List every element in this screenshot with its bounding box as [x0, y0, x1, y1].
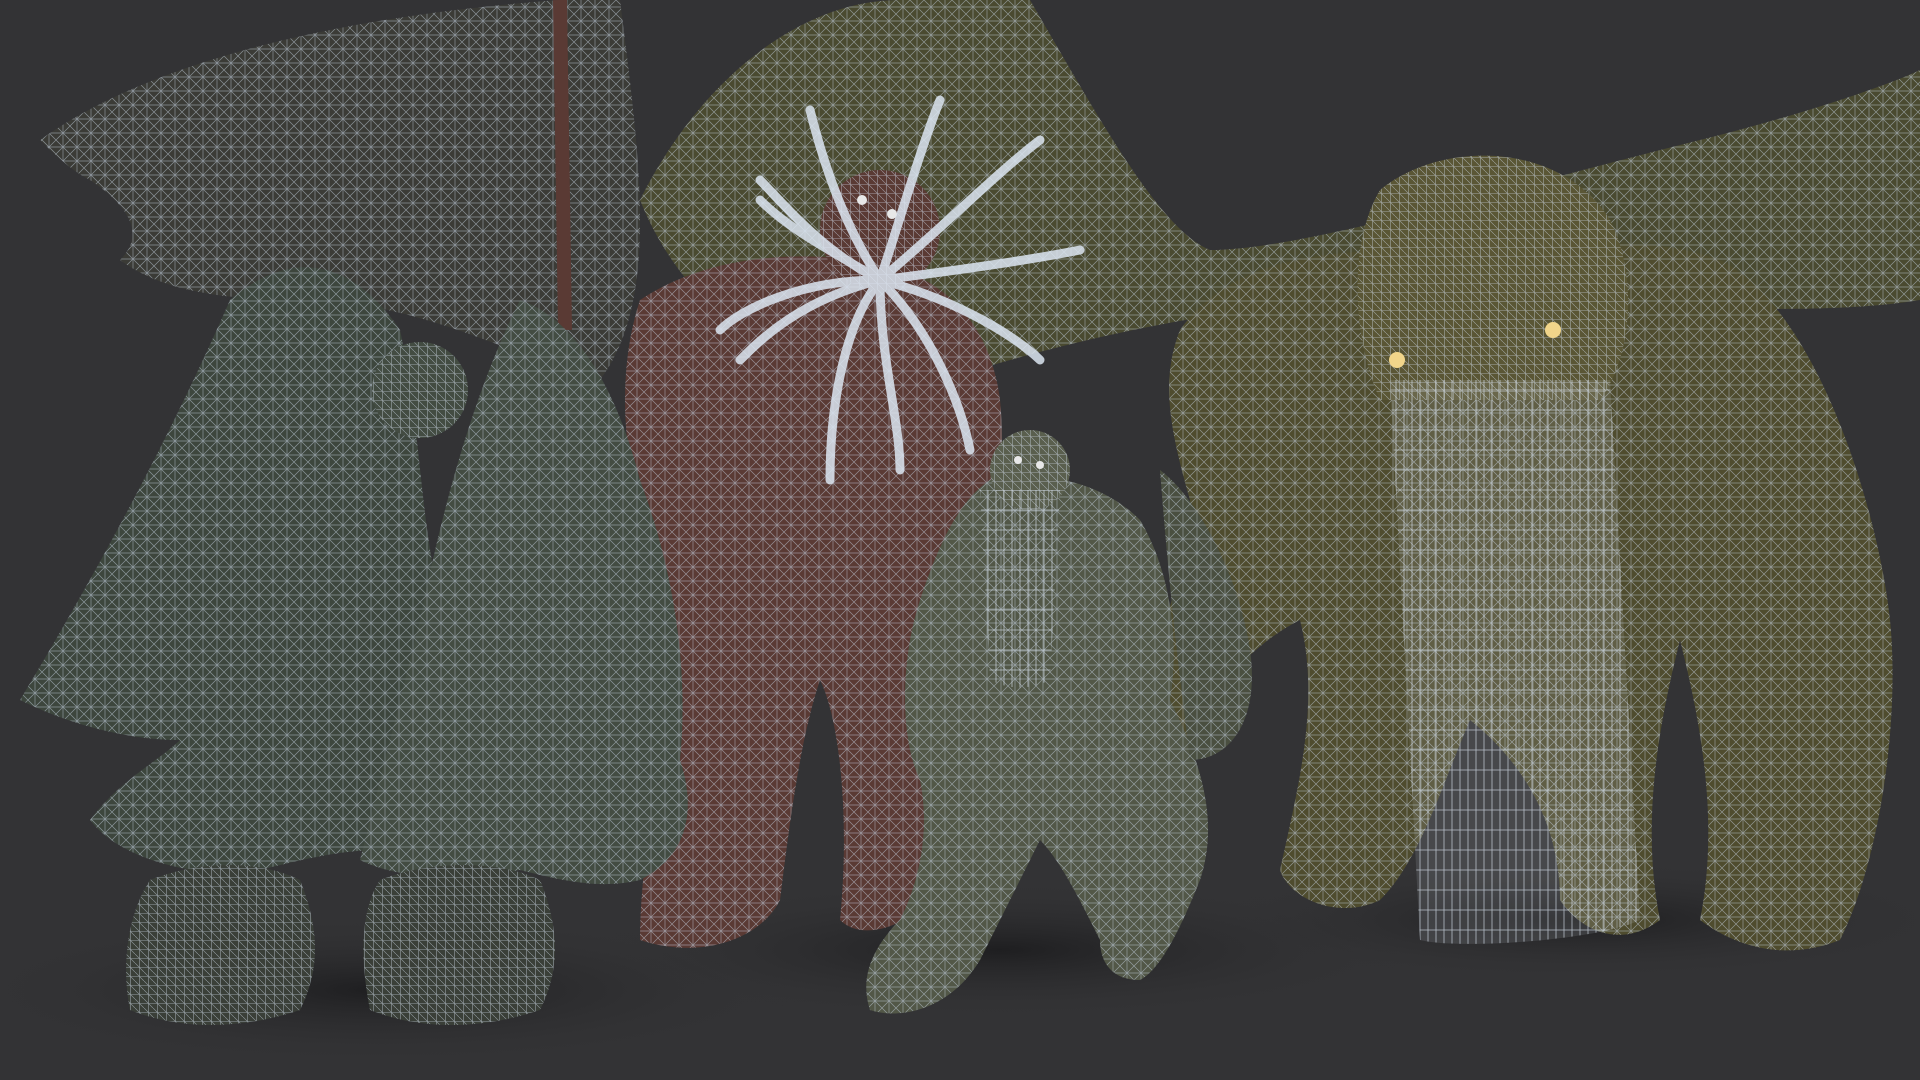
small-creature-eye-1: [1014, 456, 1022, 464]
humanoid-eye-1: [857, 195, 867, 205]
beast-left-eye: [1389, 352, 1405, 368]
beast-right-eye: [1545, 322, 1561, 338]
3d-viewport[interactable]: [0, 0, 1920, 1080]
small-creature-eye-2: [1036, 461, 1044, 469]
wireframe-scene: [0, 0, 1920, 1065]
